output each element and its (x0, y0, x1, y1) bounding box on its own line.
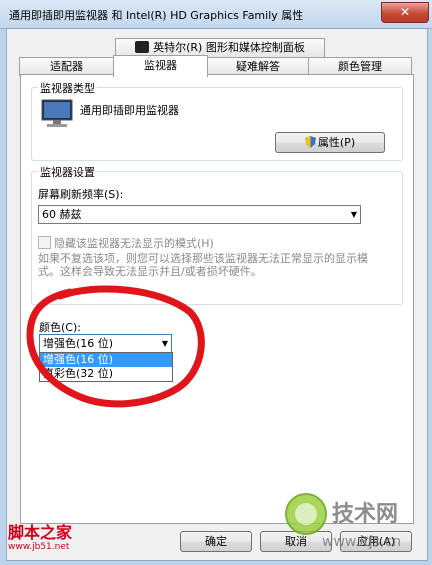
watermark-right-url: www.itjs.cn (322, 534, 402, 550)
tab-label: 疑难解答 (236, 60, 280, 73)
ok-button[interactable]: 确定 (180, 531, 252, 552)
colors-option-16bit[interactable]: 增强色(16 位) (40, 353, 172, 367)
dropdown-arrow-icon: ▼ (350, 210, 357, 219)
colors-option-32bit[interactable]: 真彩色(32 位) (40, 367, 172, 381)
colors-selected-value: 增强色(16 位) (43, 337, 114, 350)
monitor-icon (41, 99, 73, 127)
watermark-right: 技术网 www.itjs.cn (282, 486, 422, 558)
monitor-type-label: 监视器类型 (38, 80, 97, 96)
hide-modes-label: 隐藏该监视器无法显示的模式(H) (54, 237, 214, 250)
intel-graphics-icon (135, 41, 150, 53)
ok-button-label: 确定 (205, 535, 227, 548)
shield-icon (304, 136, 316, 148)
tab-label: 监视器 (144, 59, 177, 72)
properties-button[interactable]: 属性(P) (275, 132, 385, 153)
refresh-rate-value: 60 赫兹 (42, 208, 82, 221)
properties-button-label: 属性(P) (317, 136, 356, 149)
watermark-right-text: 技术网 (332, 502, 399, 527)
option-label: 真彩色(32 位) (43, 367, 114, 380)
close-button[interactable]: ✕ (381, 2, 429, 23)
monitor-tab-page: 监视器类型 通用即插即用监视器 属性(P) 监视器设置 屏幕刷新频率(S): 6… (20, 74, 414, 524)
monitor-name: 通用即插即用监视器 (80, 104, 179, 117)
refresh-rate-select[interactable]: 60 赫兹 ▼ (38, 205, 361, 224)
watermark-left-url: www.jb51.net (8, 542, 70, 552)
monitor-type-group: 监视器类型 通用即插即用监视器 属性(P) (31, 80, 403, 161)
hide-modes-checkbox[interactable] (38, 236, 51, 249)
tab-label: 英特尔(R) 图形和媒体控制面板 (153, 41, 305, 54)
tab-label: 适配器 (50, 60, 83, 73)
hide-modes-warning: 如果不复选该项，则您可以选择那些该监视器无法正常显示的显示模式。这样会导致无法显… (38, 252, 368, 278)
colors-label: 颜色(C): (39, 321, 81, 334)
refresh-rate-label: 屏幕刷新频率(S): (38, 188, 124, 201)
monitor-settings-group: 监视器设置 屏幕刷新频率(S): 60 赫兹 ▼ 隐藏该监视器无法显示的模式(H… (31, 164, 403, 305)
colors-select[interactable]: 增强色(16 位) ▼ (39, 334, 172, 353)
watermark-logo-icon (285, 493, 327, 535)
title-bar: 通用即插即用监视器 和 Intel(R) HD Graphics Family … (0, 0, 432, 29)
colors-dropdown-list: 增强色(16 位) 真彩色(32 位) (39, 352, 173, 382)
tab-monitor[interactable]: 监视器 (113, 55, 208, 77)
close-icon: ✕ (399, 5, 411, 19)
option-label: 增强色(16 位) (43, 353, 114, 366)
monitor-settings-label: 监视器设置 (38, 164, 97, 180)
watermark-left: 脚本之家 www.jb51.net (8, 524, 72, 553)
dropdown-arrow-icon: ▼ (161, 339, 168, 348)
watermark-left-text: 脚本之家 (8, 523, 73, 542)
tab-label: 颜色管理 (338, 60, 382, 73)
window-title: 通用即插即用监视器 和 Intel(R) HD Graphics Family … (9, 9, 304, 22)
